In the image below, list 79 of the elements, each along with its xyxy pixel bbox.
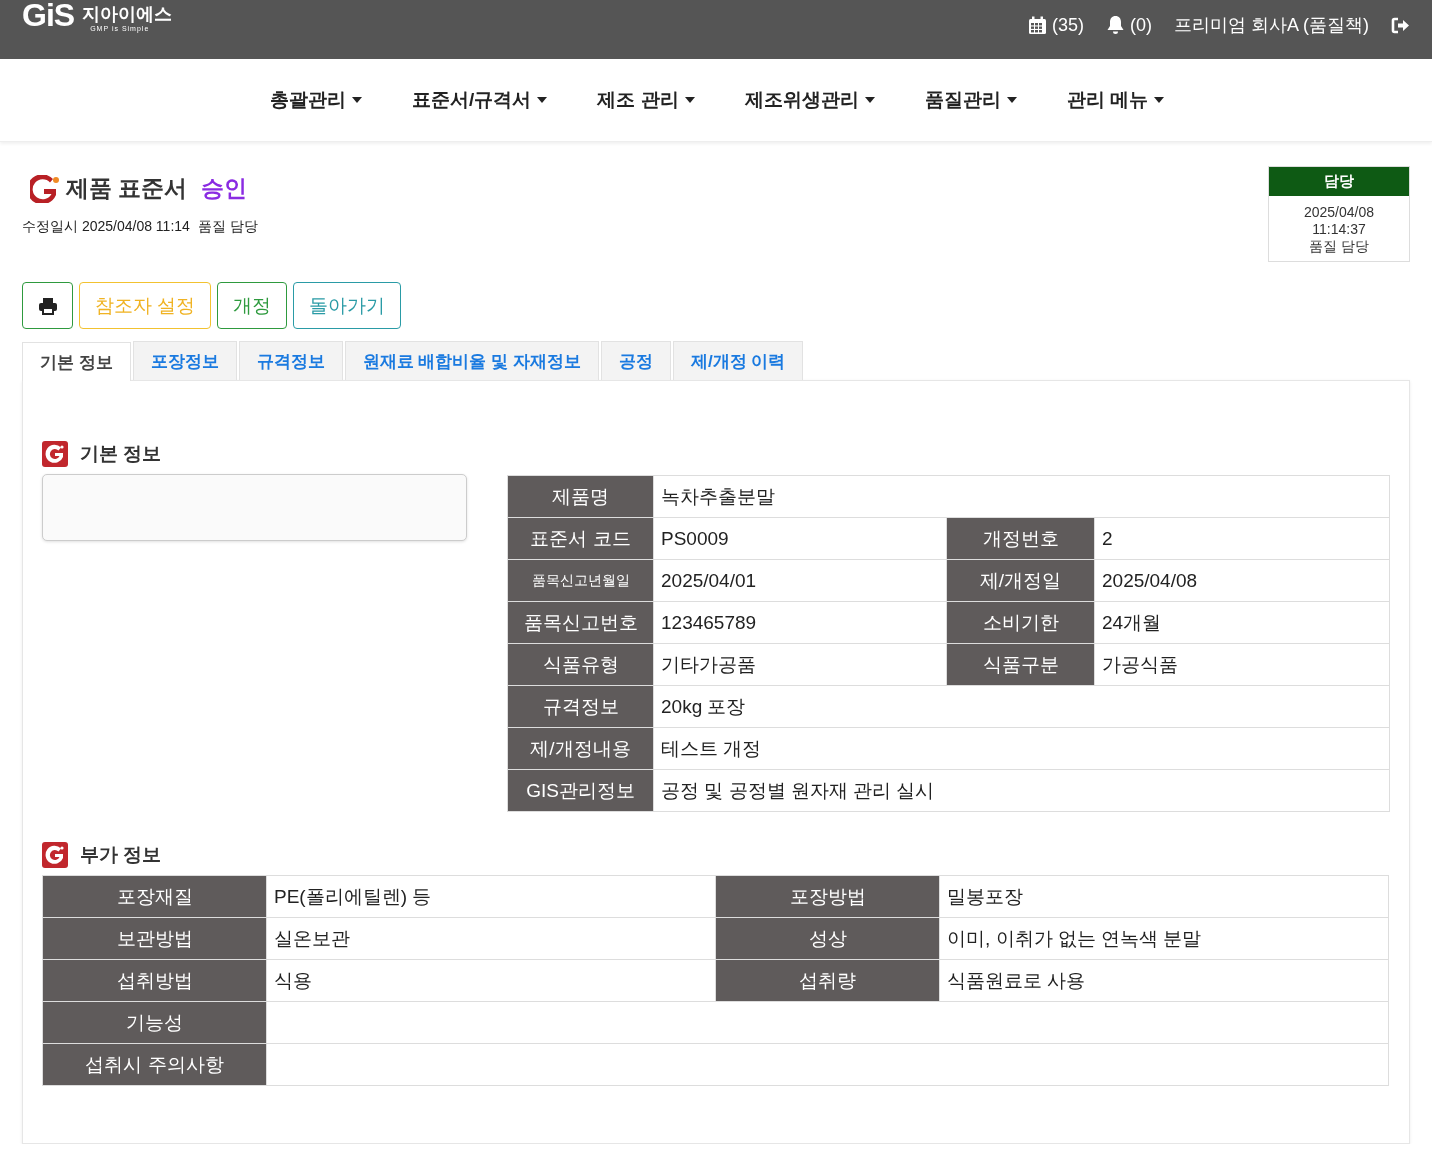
label-cell: 섭취방법 (42, 959, 267, 1002)
label-cell: 제품명 (507, 475, 654, 518)
logo-mark: GiS (22, 0, 75, 34)
logo-icon (42, 842, 68, 868)
approval-time: 11:14:37 (1312, 221, 1366, 238)
nav-menu-item[interactable]: 총괄관리 (270, 87, 363, 113)
label-cell: 표준서 코드 (507, 517, 654, 560)
label-cell: 식품구분 (946, 643, 1095, 686)
label-cell: 품목신고번호 (507, 601, 654, 644)
label-cell: 제/개정일 (946, 559, 1095, 602)
nav-menu-item[interactable]: 품질관리 (924, 87, 1017, 113)
nav-menu-item[interactable]: 표준서/규격서 (412, 87, 548, 113)
label-cell: 포장재질 (42, 875, 267, 918)
value-cell: PS0009 (653, 517, 947, 560)
label-cell: 포장방법 (715, 875, 940, 918)
value-cell: 식용 (266, 959, 716, 1002)
calendar-icon (1027, 15, 1047, 35)
caret-icon (1006, 97, 1017, 103)
label-cell: 기능성 (42, 1001, 267, 1044)
value-cell: 식품원료로 사용 (939, 959, 1389, 1002)
logo-name: 지아이에스 (82, 4, 173, 24)
label-cell: 제/개정내용 (507, 727, 654, 770)
caret-icon (864, 97, 875, 103)
calendar-link[interactable]: (35) (1027, 14, 1084, 36)
tab[interactable]: 포장정보 (132, 341, 237, 380)
printer-icon (37, 296, 58, 315)
value-cell: 테스트 개정 (653, 727, 1390, 770)
value-cell: 2 (1094, 517, 1390, 560)
logout-icon[interactable] (1391, 16, 1410, 34)
label-cell: GIS관리정보 (507, 769, 654, 812)
status-label: 승인 (201, 174, 248, 203)
value-cell: 이미, 이취가 없는 연녹색 분말 (939, 917, 1389, 960)
logo-icon (42, 441, 68, 467)
caret-icon (684, 97, 695, 103)
value-cell: PE(폴리에틸렌) 등 (266, 875, 716, 918)
label-cell: 품목신고년월일 (507, 559, 654, 602)
label-cell: 성상 (715, 917, 940, 960)
label-cell: 규격정보 (507, 685, 654, 728)
caret-icon (1153, 97, 1164, 103)
tab[interactable]: 제/개정 이력 (672, 341, 804, 380)
value-cell: 실온보관 (266, 917, 716, 960)
label-cell: 보관방법 (42, 917, 267, 960)
value-cell: 공정 및 공정별 원자재 관리 실시 (653, 769, 1390, 812)
caret-icon (352, 97, 363, 103)
value-cell: 밀봉포장 (939, 875, 1389, 918)
page-title: 제품 표준서 (66, 174, 188, 203)
print-button[interactable] (22, 282, 73, 329)
logo-icon (30, 174, 60, 203)
value-cell: 가공식품 (1094, 643, 1390, 686)
approval-person: 품질 담당 (1309, 238, 1369, 255)
action-button[interactable]: 개정 (217, 282, 288, 329)
nav-menu-item[interactable]: 제조위생관리 (744, 87, 875, 113)
tab[interactable]: 기본 정보 (22, 342, 131, 381)
value-cell: 2025/04/01 (653, 559, 947, 602)
modified-info: 수정일시 2025/04/08 11:14 품질 담당 (22, 218, 258, 236)
notification-link[interactable]: (0) (1106, 14, 1152, 36)
label-cell: 소비기한 (946, 601, 1095, 644)
section-title: 기본 정보 (80, 442, 162, 466)
tab[interactable]: 규격정보 (238, 341, 343, 380)
nav-menu-item[interactable]: 관리 메뉴 (1066, 87, 1164, 113)
label-cell: 개정번호 (946, 517, 1095, 560)
bell-icon (1106, 15, 1125, 35)
tab[interactable]: 공정 (600, 341, 671, 380)
caret-icon (537, 97, 548, 103)
approval-date: 2025/04/08 (1303, 204, 1375, 221)
tab[interactable]: 원재료 배합비율 및 자재정보 (344, 341, 599, 380)
approval-heading: 담당 (1269, 167, 1409, 196)
value-cell: 123465789 (653, 601, 947, 644)
value-cell: 2025/04/08 (1094, 559, 1390, 602)
value-cell: 기타가공품 (653, 643, 947, 686)
label-cell: 식품유형 (507, 643, 654, 686)
value-cell: 20kg 포장 (653, 685, 1390, 728)
value-cell: 24개월 (1094, 601, 1390, 644)
nav-menu-item[interactable]: 제조 관리 (597, 87, 695, 113)
section-title: 부가 정보 (80, 843, 162, 867)
label-cell: 섭취시 주의사항 (42, 1043, 267, 1086)
user-menu[interactable]: 프리미엄 회사A (품질책) (1174, 13, 1369, 37)
value-cell: 녹차추출분말 (653, 475, 1390, 518)
label-cell: 섭취량 (715, 959, 940, 1002)
